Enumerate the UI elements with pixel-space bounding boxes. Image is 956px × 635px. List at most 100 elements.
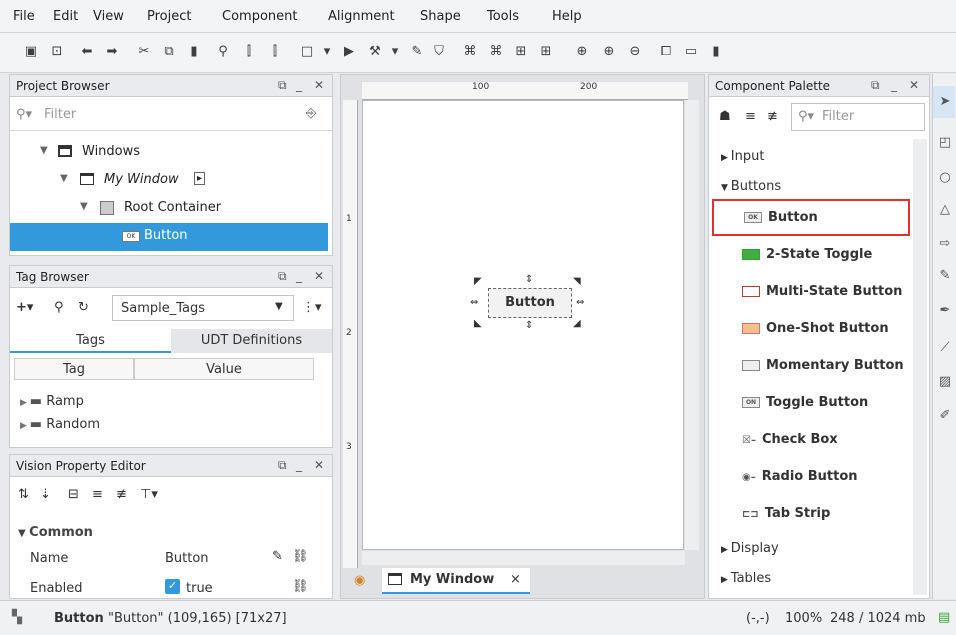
zoom-in-icon[interactable]: ⊕ <box>600 44 618 59</box>
edit-icon[interactable]: ✎ <box>272 549 283 564</box>
sort-icon[interactable]: ⇅ <box>18 487 29 502</box>
pen-tool-icon[interactable]: ✒ <box>935 303 955 318</box>
restore-icon[interactable]: ⧉ <box>871 78 880 93</box>
tree-item-root-container[interactable]: ▼ Root Container <box>10 195 328 223</box>
vertical-scrollbar[interactable] <box>685 100 699 550</box>
rectangle-tool-icon[interactable]: ◰ <box>935 135 955 150</box>
distribute-icon[interactable]: ⌘ <box>461 44 479 59</box>
line-tool-icon[interactable]: ⟋ <box>935 340 955 355</box>
tag-provider-select[interactable]: Sample_Tags ▼ <box>112 295 294 321</box>
resize-handle-icon[interactable]: ⇕ <box>525 274 533 285</box>
palette-filter[interactable]: ⚲▾ Filter <box>791 103 925 131</box>
tree-item-windows[interactable]: ▼ Windows <box>10 139 328 167</box>
expand-icon[interactable]: ▶ <box>20 398 30 408</box>
resize-handle-icon[interactable]: ◣ <box>474 318 482 329</box>
filter-input[interactable]: Filter <box>44 107 76 122</box>
resize-handle-icon[interactable]: ⇔ <box>576 297 584 308</box>
refresh-icon[interactable]: ↻ <box>78 300 89 315</box>
category-display[interactable]: ▶ Display <box>721 541 779 556</box>
binding-icon[interactable]: ⛓ <box>292 549 309 564</box>
more-options-icon[interactable]: ⋮▾ <box>302 300 322 315</box>
expand-icon[interactable]: ▼ <box>40 145 48 156</box>
menu-component[interactable]: Component <box>222 9 297 24</box>
expand-all-icon[interactable]: ≡ <box>92 487 103 502</box>
window-canvas[interactable] <box>362 100 684 550</box>
polygon-tool-icon[interactable]: △ <box>935 202 955 217</box>
shield-icon[interactable]: ⛉ <box>430 44 448 59</box>
section-common[interactable]: ▼ Common <box>18 525 93 540</box>
search-icon[interactable]: ⚲ <box>54 300 64 315</box>
resize-handle-icon[interactable]: ◥ <box>573 276 581 287</box>
menu-project[interactable]: Project <box>147 9 191 24</box>
enabled-checkbox[interactable]: ✓ <box>165 579 180 594</box>
gradient-tool-icon[interactable]: ▨ <box>935 374 955 389</box>
resize-handle-icon[interactable]: ◤ <box>474 276 482 287</box>
minimize-icon[interactable]: _ <box>296 458 302 472</box>
arrow-tool-icon[interactable]: ⇨ <box>935 236 955 251</box>
align-center-icon[interactable]: ⫿ <box>266 44 284 59</box>
expand-all-icon[interactable]: ≡ <box>745 109 756 124</box>
category-input[interactable]: ▶ Input <box>721 149 764 164</box>
memory-gc-icon[interactable]: ▤ <box>938 610 950 625</box>
expand-icon[interactable]: ▼ <box>60 173 68 184</box>
filter-options-icon[interactable]: ⎆ <box>306 106 316 121</box>
ellipse-tool-icon[interactable]: ○ <box>935 170 955 185</box>
pencil-tool-icon[interactable]: ✎ <box>935 268 955 283</box>
expand-icon[interactable]: ▶ <box>20 421 30 431</box>
back-icon[interactable]: ⬅ <box>78 44 96 59</box>
column-value[interactable]: Value <box>134 358 314 380</box>
copy-icon[interactable]: ⧉ <box>160 44 178 59</box>
distribute-icon[interactable]: ⌘ <box>487 44 505 59</box>
save-icon[interactable]: ▣ <box>22 44 40 59</box>
frame-icon[interactable]: □ <box>298 44 316 59</box>
wrench-icon[interactable]: ⚒ <box>366 44 384 59</box>
prop-name-value[interactable]: Button <box>165 551 209 566</box>
tree-item-button[interactable]: OK Button <box>10 223 328 251</box>
palette-scrollbar[interactable] <box>913 139 927 595</box>
sort-alpha-icon[interactable]: ⇣ <box>40 487 51 502</box>
palette-mode-icon[interactable]: ☗ <box>719 109 731 124</box>
menu-file[interactable]: File <box>13 9 35 24</box>
resize-handle-icon[interactable]: ⇔ <box>470 297 478 308</box>
panel-icon[interactable]: ▮ <box>707 44 725 59</box>
palette-item-check-box[interactable]: ☒– Check Box <box>712 423 910 460</box>
distribute-icon[interactable]: ⊞ <box>512 44 530 59</box>
minimize-icon[interactable]: _ <box>296 269 302 283</box>
column-tag[interactable]: Tag <box>14 358 134 380</box>
minimize-icon[interactable]: _ <box>891 78 897 92</box>
zoom-icon[interactable]: ⊕ <box>573 44 591 59</box>
resize-handle-icon[interactable]: ◢ <box>573 318 581 329</box>
cut-icon[interactable]: ✂ <box>135 44 153 59</box>
preview-icon[interactable]: ▶ <box>340 44 358 59</box>
menu-tools[interactable]: Tools <box>487 9 519 24</box>
canvas-button-component[interactable]: Button <box>488 288 572 318</box>
layout-icon[interactable]: ⧠ <box>657 44 675 59</box>
collapse-all-icon[interactable]: ≢ <box>767 109 778 124</box>
close-icon[interactable]: ✕ <box>314 78 324 92</box>
menu-edit[interactable]: Edit <box>53 9 78 24</box>
category-buttons[interactable]: ▼ Buttons <box>721 179 781 194</box>
restore-icon[interactable]: ⧉ <box>278 78 287 93</box>
filter-icon[interactable]: ⊤▾ <box>140 487 158 502</box>
close-icon[interactable]: ✕ <box>314 458 324 472</box>
preview-mode-icon[interactable]: ◉ <box>354 573 365 588</box>
category-tables[interactable]: ▶ Tables <box>721 571 771 586</box>
collapse-all-icon[interactable]: ≢ <box>116 487 127 502</box>
close-icon[interactable]: ✕ <box>314 269 324 283</box>
palette-item-radio-button[interactable]: ◉– Radio Button <box>712 460 910 497</box>
resize-handle-icon[interactable]: ⇕ <box>525 320 533 331</box>
distribute-icon[interactable]: ⊞ <box>537 44 555 59</box>
dropdown-icon[interactable]: ▾ <box>318 44 336 59</box>
palette-item-one-shot-button[interactable]: One-Shot Button <box>712 312 910 349</box>
minimize-icon[interactable]: _ <box>296 78 302 92</box>
open-window-icon[interactable]: ▸ <box>194 172 206 185</box>
tag-row-random[interactable]: ▶ ▬ Random <box>20 417 130 432</box>
close-icon[interactable]: × <box>510 572 521 587</box>
tab-tags[interactable]: Tags <box>10 329 171 353</box>
dropdown-icon[interactable]: ▾ <box>386 44 404 59</box>
save-all-icon[interactable]: ⊡ <box>48 44 66 59</box>
close-icon[interactable]: ✕ <box>909 78 919 92</box>
horizontal-scrollbar[interactable] <box>362 551 685 565</box>
menu-alignment[interactable]: Alignment <box>328 9 395 24</box>
pointer-tool-icon[interactable]: ➤ <box>935 94 955 109</box>
